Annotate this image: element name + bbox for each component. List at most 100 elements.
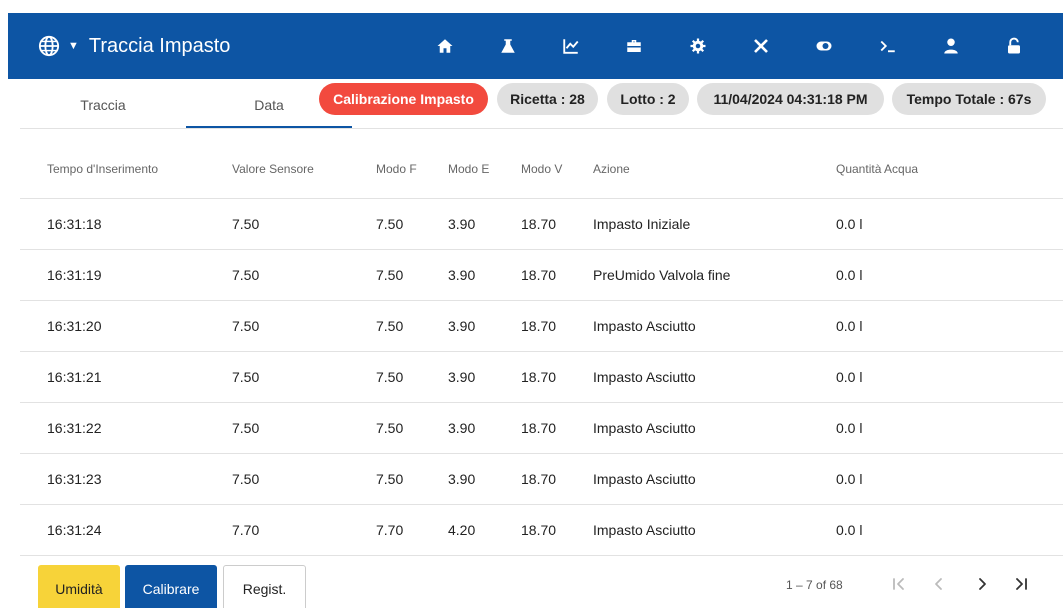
humidity-button[interactable]: Umidità bbox=[38, 565, 120, 608]
toolbox-icon[interactable] bbox=[612, 13, 657, 79]
table-cell: 7.50 bbox=[232, 402, 376, 454]
table-footer: Umidità Calibrare Regist. 1 – 7 of 68 bbox=[0, 565, 1063, 608]
next-page-button[interactable] bbox=[969, 571, 995, 597]
column-header[interactable]: Modo F bbox=[376, 140, 448, 199]
flask-icon[interactable] bbox=[485, 13, 530, 79]
toggle-icon[interactable] bbox=[802, 13, 847, 79]
table-cell: 0.0 l bbox=[836, 504, 1063, 556]
total-time-chip: Tempo Totale : 67s bbox=[892, 83, 1046, 115]
pagination-range: 1 – 7 of 68 bbox=[786, 578, 843, 592]
table-cell: 0.0 l bbox=[836, 249, 1063, 301]
table-cell: Impasto Asciutto bbox=[593, 504, 836, 556]
datetime-chip: 11/04/2024 04:31:18 PM bbox=[697, 83, 884, 115]
table-cell: 18.70 bbox=[521, 453, 593, 505]
table-cell: Impasto Asciutto bbox=[593, 300, 836, 352]
first-page-icon bbox=[893, 578, 904, 590]
table-cell: 3.90 bbox=[448, 249, 521, 301]
app-title: Traccia Impasto bbox=[88, 34, 231, 57]
calibrate-button[interactable]: Calibrare bbox=[125, 565, 217, 608]
column-header[interactable]: Quantità Acqua bbox=[836, 140, 1063, 199]
table-cell: 16:31:21 bbox=[20, 351, 232, 403]
batch-chip: Lotto : 2 bbox=[607, 83, 689, 115]
table-cell: 18.70 bbox=[521, 504, 593, 556]
table-cell: 7.50 bbox=[232, 453, 376, 505]
table-cell: 0.0 l bbox=[836, 351, 1063, 403]
unlock-icon[interactable] bbox=[992, 13, 1037, 79]
column-header[interactable]: Valore Sensore bbox=[232, 140, 376, 199]
table-cell: 0.0 l bbox=[836, 453, 1063, 505]
app-menu-button[interactable]: ▼ Traccia Impasto bbox=[38, 35, 230, 58]
table-cell: 16:31:18 bbox=[20, 198, 232, 250]
terminal-icon[interactable] bbox=[865, 13, 910, 79]
calibration-chip: Calibrazione Impasto bbox=[319, 83, 488, 115]
table-cell: PreUmido Valvola fine bbox=[593, 249, 836, 301]
table-cell: 18.70 bbox=[521, 351, 593, 403]
table-cell: 3.90 bbox=[448, 198, 521, 250]
table-row[interactable]: 16:31:24 7.70 7.70 4.20 18.70 Impasto As… bbox=[20, 504, 1063, 556]
table-cell: 3.90 bbox=[448, 402, 521, 454]
chevron-right-icon bbox=[979, 578, 986, 590]
table-cell: 16:31:19 bbox=[20, 249, 232, 301]
table-cell: 7.70 bbox=[376, 504, 448, 556]
table-cell: 7.50 bbox=[376, 351, 448, 403]
table-cell: 0.0 l bbox=[836, 198, 1063, 250]
table-header-row: Tempo d'Inserimento Valore Sensore Modo … bbox=[20, 140, 1063, 199]
user-icon[interactable] bbox=[928, 13, 973, 79]
column-header[interactable]: Modo E bbox=[448, 140, 521, 199]
table-cell: 0.0 l bbox=[836, 300, 1063, 352]
last-page-button[interactable] bbox=[1008, 571, 1034, 597]
nav-icon-bar bbox=[422, 13, 1055, 79]
table-cell: Impasto Asciutto bbox=[593, 351, 836, 403]
column-header[interactable]: Modo V bbox=[521, 140, 593, 199]
column-header[interactable]: Azione bbox=[593, 140, 836, 199]
table-cell: 7.50 bbox=[376, 300, 448, 352]
table-cell: 18.70 bbox=[521, 402, 593, 454]
table-cell: Impasto Iniziale bbox=[593, 198, 836, 250]
table-row[interactable]: 16:31:21 7.50 7.50 3.90 18.70 Impasto As… bbox=[20, 351, 1063, 403]
table-cell: 3.90 bbox=[448, 453, 521, 505]
trace-table: Tempo d'Inserimento Valore Sensore Modo … bbox=[20, 140, 1063, 556]
table-row[interactable]: 16:31:20 7.50 7.50 3.90 18.70 Impasto As… bbox=[20, 300, 1063, 352]
chevron-left-icon bbox=[935, 578, 942, 590]
table-cell: 7.50 bbox=[376, 198, 448, 250]
recipe-chip: Ricetta : 28 bbox=[497, 83, 598, 115]
table-cell: 16:31:24 bbox=[20, 504, 232, 556]
table-cell: 7.50 bbox=[232, 300, 376, 352]
column-header[interactable]: Tempo d'Inserimento bbox=[20, 140, 232, 199]
last-page-icon bbox=[1016, 578, 1027, 590]
register-button[interactable]: Regist. bbox=[223, 565, 306, 608]
chevron-down-icon: ▼ bbox=[68, 40, 79, 52]
table-cell: 7.50 bbox=[376, 249, 448, 301]
chart-icon[interactable] bbox=[549, 13, 594, 79]
tabs-divider bbox=[20, 128, 1063, 129]
table-cell: 18.70 bbox=[521, 300, 593, 352]
table-cell: 16:31:20 bbox=[20, 300, 232, 352]
table-cell: Impasto Asciutto bbox=[593, 453, 836, 505]
table-row[interactable]: 16:31:18 7.50 7.50 3.90 18.70 Impasto In… bbox=[20, 198, 1063, 250]
table-row[interactable]: 16:31:19 7.50 7.50 3.90 18.70 PreUmido V… bbox=[20, 249, 1063, 301]
table-cell: 3.90 bbox=[448, 351, 521, 403]
globe-icon bbox=[38, 35, 60, 57]
first-page-button[interactable] bbox=[886, 571, 912, 597]
table-cell: 7.50 bbox=[376, 453, 448, 505]
status-chips: Calibrazione Impasto Ricetta : 28 Lotto … bbox=[0, 83, 1063, 115]
table-cell: 7.70 bbox=[232, 504, 376, 556]
table-cell: 7.50 bbox=[232, 198, 376, 250]
top-app-bar: ▼ Traccia Impasto bbox=[8, 13, 1063, 79]
tools-icon[interactable] bbox=[738, 13, 783, 79]
table-cell: 7.50 bbox=[376, 402, 448, 454]
table-cell: 7.50 bbox=[232, 351, 376, 403]
table-cell: 3.90 bbox=[448, 300, 521, 352]
table-cell: 7.50 bbox=[232, 249, 376, 301]
table-row[interactable]: 16:31:23 7.50 7.50 3.90 18.70 Impasto As… bbox=[20, 453, 1063, 505]
table-cell: Impasto Asciutto bbox=[593, 402, 836, 454]
home-icon[interactable] bbox=[422, 13, 467, 79]
table-row[interactable]: 16:31:22 7.50 7.50 3.90 18.70 Impasto As… bbox=[20, 402, 1063, 454]
table-cell: 0.0 l bbox=[836, 402, 1063, 454]
previous-page-button[interactable] bbox=[926, 571, 952, 597]
gear-icon[interactable] bbox=[675, 13, 720, 79]
table-cell: 4.20 bbox=[448, 504, 521, 556]
table-cell: 16:31:23 bbox=[20, 453, 232, 505]
table-cell: 18.70 bbox=[521, 249, 593, 301]
table-cell: 18.70 bbox=[521, 198, 593, 250]
